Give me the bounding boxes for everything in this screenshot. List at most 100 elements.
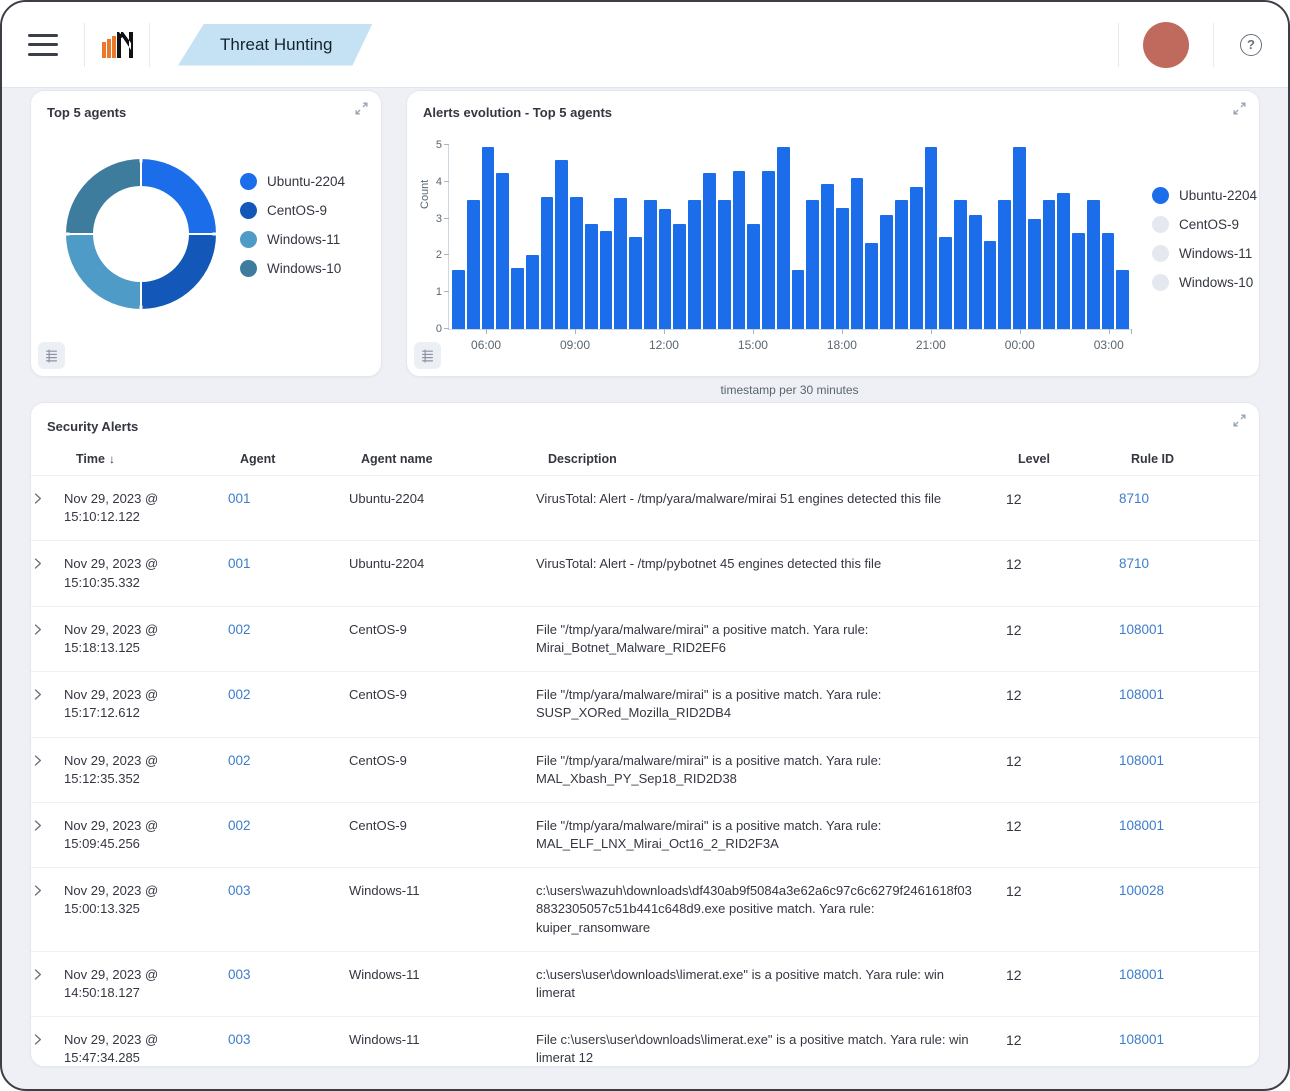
inspect-data-button[interactable] bbox=[38, 342, 65, 369]
legend-item-centos-9[interactable]: CentOS-9 bbox=[240, 202, 345, 219]
bar-18:30[interactable] bbox=[851, 178, 864, 329]
agent-link[interactable]: 002 bbox=[228, 687, 251, 702]
hamburger-menu-button[interactable] bbox=[28, 34, 58, 56]
bar-16:30[interactable] bbox=[792, 270, 805, 329]
legend-item-windows-11[interactable]: Windows-11 bbox=[240, 231, 345, 248]
expand-row-button[interactable] bbox=[31, 490, 64, 505]
bar-22:00[interactable] bbox=[954, 200, 967, 329]
bar-08:30[interactable] bbox=[555, 160, 568, 329]
bar-12:00[interactable] bbox=[659, 209, 672, 329]
column-header-agent[interactable]: Agent bbox=[240, 452, 361, 466]
bar-21:00[interactable] bbox=[925, 147, 938, 329]
bar-10:00[interactable] bbox=[600, 231, 613, 329]
expand-row-button[interactable] bbox=[31, 621, 64, 636]
legend-item-ubuntu-2204[interactable]: Ubuntu-2204 bbox=[1152, 187, 1257, 204]
agent-link[interactable]: 003 bbox=[228, 1032, 251, 1047]
expand-row-button[interactable] bbox=[31, 686, 64, 701]
bar-11:00[interactable] bbox=[629, 237, 642, 329]
bar-09:00[interactable] bbox=[570, 197, 583, 329]
bar-00:30[interactable] bbox=[1028, 219, 1041, 329]
legend-item-centos-9[interactable]: CentOS-9 bbox=[1152, 216, 1257, 233]
bar-20:00[interactable] bbox=[895, 200, 908, 329]
bar-07:00[interactable] bbox=[511, 268, 524, 329]
agent-link[interactable]: 001 bbox=[228, 491, 251, 506]
column-header-time[interactable]: Time ↓ bbox=[76, 452, 240, 466]
expand-row-button[interactable] bbox=[31, 1031, 64, 1046]
rule-id-link[interactable]: 108001 bbox=[1119, 622, 1164, 637]
bar-17:30[interactable] bbox=[821, 184, 834, 329]
column-header-level[interactable]: Level bbox=[1018, 452, 1131, 466]
bar-11:30[interactable] bbox=[644, 200, 657, 329]
time-cell: Nov 29, 2023 @15:47:34.285 bbox=[64, 1031, 228, 1067]
help-icon[interactable]: ? bbox=[1240, 34, 1262, 56]
bar-09:30[interactable] bbox=[585, 224, 598, 329]
bar-15:00[interactable] bbox=[747, 224, 760, 329]
bar-19:30[interactable] bbox=[880, 215, 893, 329]
expand-icon[interactable] bbox=[1232, 413, 1247, 428]
bar-15:30[interactable] bbox=[762, 171, 775, 329]
bar-08:00[interactable] bbox=[541, 197, 554, 329]
legend-item-windows-11[interactable]: Windows-11 bbox=[1152, 245, 1257, 262]
bar-19:00[interactable] bbox=[865, 243, 878, 329]
bar-01:30[interactable] bbox=[1057, 193, 1070, 329]
legend-item-ubuntu-2204[interactable]: Ubuntu-2204 bbox=[240, 173, 345, 190]
bar-03:00[interactable] bbox=[1102, 233, 1115, 329]
expand-row-button[interactable] bbox=[31, 882, 64, 897]
bar-07:30[interactable] bbox=[526, 255, 539, 329]
rule-id-link[interactable]: 8710 bbox=[1119, 491, 1149, 506]
bar-18:00[interactable] bbox=[836, 208, 849, 329]
agent-link[interactable]: 002 bbox=[228, 622, 251, 637]
bar-14:30[interactable] bbox=[733, 171, 746, 329]
rule-id-link[interactable]: 8710 bbox=[1119, 556, 1149, 571]
rule-id-link[interactable]: 100028 bbox=[1119, 883, 1164, 898]
rule-id-link[interactable]: 108001 bbox=[1119, 753, 1164, 768]
agent-link[interactable]: 001 bbox=[228, 556, 251, 571]
column-header-rule-id[interactable]: Rule ID bbox=[1131, 452, 1260, 466]
column-header-agent-name[interactable]: Agent name bbox=[361, 452, 548, 466]
rule-id-link[interactable]: 108001 bbox=[1119, 1032, 1164, 1047]
bar-23:00[interactable] bbox=[984, 241, 997, 329]
agent-link[interactable]: 002 bbox=[228, 753, 251, 768]
inspect-data-button[interactable] bbox=[414, 342, 441, 369]
x-tick-label: 03:00 bbox=[1094, 338, 1124, 352]
user-avatar[interactable] bbox=[1143, 22, 1189, 68]
expand-row-button[interactable] bbox=[31, 817, 64, 832]
expand-row-button[interactable] bbox=[31, 752, 64, 767]
bar-06:30[interactable] bbox=[496, 173, 509, 329]
bar-02:30[interactable] bbox=[1087, 200, 1100, 329]
rule-id-link[interactable]: 108001 bbox=[1119, 818, 1164, 833]
rule-id-link[interactable]: 108001 bbox=[1119, 687, 1164, 702]
bar-23:30[interactable] bbox=[998, 200, 1011, 329]
legend-item-windows-10[interactable]: Windows-10 bbox=[1152, 274, 1257, 291]
top-agents-donut[interactable] bbox=[66, 159, 216, 309]
bar-10:30[interactable] bbox=[614, 198, 627, 329]
expand-row-button[interactable] bbox=[31, 966, 64, 981]
bar-20:30[interactable] bbox=[910, 187, 923, 329]
legend-item-windows-10[interactable]: Windows-10 bbox=[240, 260, 345, 277]
expand-icon[interactable] bbox=[1232, 101, 1247, 116]
bar-16:00[interactable] bbox=[777, 147, 790, 329]
bar-02:00[interactable] bbox=[1072, 233, 1085, 329]
bar-01:00[interactable] bbox=[1043, 200, 1056, 329]
bar-06:00[interactable] bbox=[482, 147, 495, 329]
rule-id-link[interactable]: 108001 bbox=[1119, 967, 1164, 982]
bar-13:30[interactable] bbox=[703, 173, 716, 329]
bar-22:30[interactable] bbox=[969, 215, 982, 329]
agent-link[interactable]: 003 bbox=[228, 967, 251, 982]
expand-row-button[interactable] bbox=[31, 555, 64, 570]
level-cell: 12 bbox=[1006, 621, 1119, 641]
bar-05:30[interactable] bbox=[467, 200, 480, 329]
bar-12:30[interactable] bbox=[673, 224, 686, 329]
column-header-description[interactable]: Description bbox=[548, 452, 1018, 466]
expand-icon[interactable] bbox=[354, 101, 369, 116]
bar-17:00[interactable] bbox=[806, 200, 819, 329]
breadcrumb-tab-threat-hunting[interactable]: Threat Hunting bbox=[178, 24, 372, 66]
agent-link[interactable]: 003 bbox=[228, 883, 251, 898]
bar-14:00[interactable] bbox=[718, 200, 731, 329]
bar-05:00[interactable] bbox=[452, 270, 465, 329]
bar-13:00[interactable] bbox=[688, 200, 701, 329]
bar-03:30[interactable] bbox=[1116, 270, 1129, 329]
bar-00:00[interactable] bbox=[1013, 147, 1026, 329]
bar-21:30[interactable] bbox=[939, 237, 952, 329]
agent-link[interactable]: 002 bbox=[228, 818, 251, 833]
